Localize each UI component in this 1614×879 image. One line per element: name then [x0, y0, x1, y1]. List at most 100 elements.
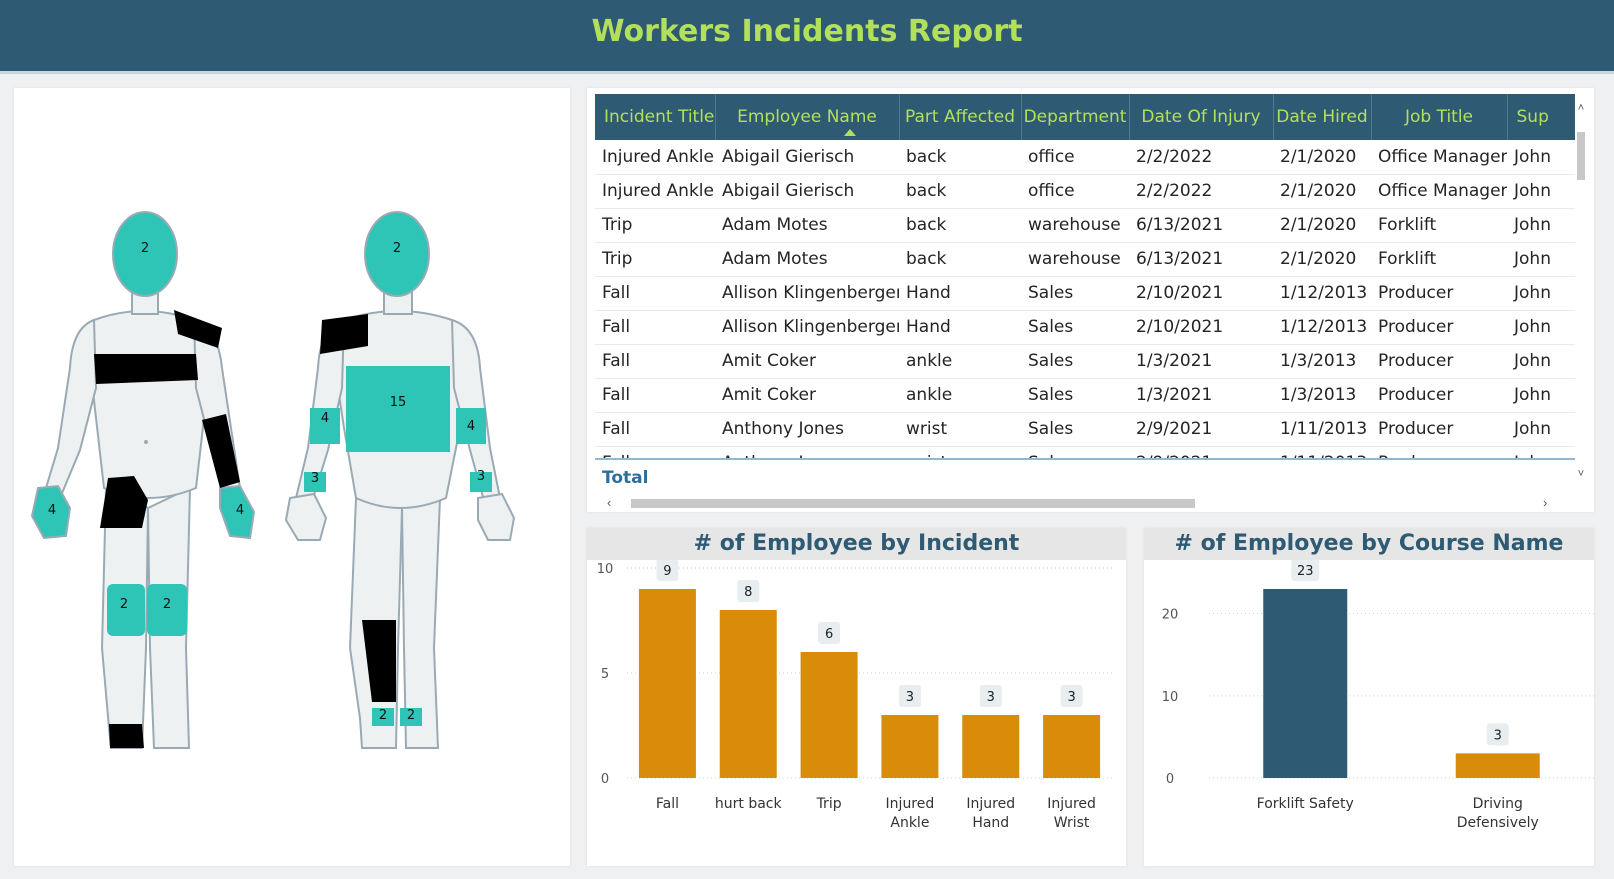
table-cell: Trip — [595, 242, 715, 277]
back-right-wrist-label: 3 — [477, 469, 485, 484]
table-cell: Trip — [595, 208, 715, 243]
back-right-ankle-label: 2 — [407, 708, 415, 723]
table-cell: John — [1507, 140, 1575, 175]
back-figure: 2 15 4 4 3 3 2 2 — [284, 211, 516, 749]
incident-bar-chart[interactable]: 0 5 10 9 Fall 8 hurt back 6 Trip 3 Injured Ankle 3 In… — [587, 560, 1126, 866]
course-bar-chart[interactable]: 0 10 20 23 Forklift Safety 3 Driving Defensivel… — [1144, 560, 1594, 866]
table-cell: Amit Coker — [715, 378, 899, 413]
table-cell: 2/2/2022 — [1129, 174, 1273, 209]
table-cell: Fall — [595, 378, 715, 413]
incident-chart-title-bar: # of Employee by Incident — [587, 528, 1126, 560]
table-row[interactable]: Injured Ankle Abigail Gierisch back office 2… — [595, 174, 1575, 209]
table-cell: 2/2/2022 — [1129, 140, 1273, 175]
bar[interactable] — [1043, 715, 1101, 778]
table-cell: 2/1/2020 — [1273, 174, 1371, 209]
table-cell: Injured Ankle — [595, 174, 715, 209]
table-row[interactable]: Fall Amit Coker ankle Sales 1/3/2021 1/3/2013… — [595, 344, 1575, 379]
category-label: Defensively — [1457, 815, 1539, 831]
table-cell: back — [899, 140, 1021, 175]
category-label: Trip — [816, 796, 842, 812]
table-cell: Sales — [1021, 412, 1129, 447]
table-cell: 2/1/2020 — [1273, 140, 1371, 175]
data-label: 3 — [1067, 690, 1075, 705]
category-label: Injured — [966, 796, 1015, 812]
table-cell: Fall — [595, 412, 715, 447]
scroll-left-icon[interactable]: ‹ — [607, 495, 611, 510]
table-total-row: Total — [595, 458, 1575, 496]
table-cell: Office Manager — [1371, 174, 1507, 209]
front-left-knee-label: 2 — [120, 597, 128, 612]
table-cell: 1/12/2013 — [1273, 310, 1371, 345]
category-label: Injured — [886, 796, 935, 812]
back-torso-label: 15 — [390, 395, 407, 410]
back-left-ankle-label: 2 — [379, 708, 387, 723]
table-cell: Allison Klingenberger — [715, 276, 899, 311]
column-header[interactable]: Date Of Injury — [1129, 94, 1274, 140]
body-map[interactable]: 2 4 4 2 2 2 15 4 4 3 3 2 2 — [14, 88, 570, 866]
table-cell: 2/9/2021 — [1129, 412, 1273, 447]
table-row[interactable]: Trip Adam Motes back warehouse 6/13/2021 2/1/… — [595, 208, 1575, 243]
incident-chart-panel: # of Employee by Incident 0 5 10 9 Fall 8 hurt… — [587, 528, 1126, 866]
table-cell: Fall — [595, 276, 715, 311]
table-cell: Injured Ankle — [595, 140, 715, 175]
table-row[interactable]: Trip Adam Motes back warehouse 6/13/2021 2/1/… — [595, 242, 1575, 277]
column-header[interactable]: Department — [1021, 94, 1130, 140]
table-row[interactable]: Fall Allison Klingenberger Hand Sales 2/10/2… — [595, 310, 1575, 345]
incident-chart-title: # of Employee by Incident — [693, 531, 1020, 556]
sort-ascending-icon — [843, 129, 856, 136]
table-cell: 1/12/2013 — [1273, 276, 1371, 311]
bar[interactable] — [962, 715, 1020, 778]
bar[interactable] — [881, 715, 939, 778]
bar[interactable] — [1263, 589, 1348, 778]
table-cell: Fall — [595, 344, 715, 379]
table-cell: 6/13/2021 — [1129, 242, 1273, 277]
table-cell: Office Manager — [1371, 140, 1507, 175]
column-header[interactable]: Date Hired — [1273, 94, 1372, 140]
front-figure: 2 4 4 2 2 — [30, 211, 256, 749]
column-header[interactable]: Part Affected — [899, 94, 1022, 140]
table-cell: Producer — [1371, 310, 1507, 345]
bar[interactable] — [719, 610, 777, 778]
table-cell: warehouse — [1021, 208, 1129, 243]
table-cell: Allison Klingenberger — [715, 310, 899, 345]
table-cell: Abigail Gierisch — [715, 140, 899, 175]
bar[interactable] — [1455, 753, 1540, 778]
table-cell: 1/11/2013 — [1273, 412, 1371, 447]
body-map-panel[interactable]: 2 4 4 2 2 2 15 4 4 3 3 2 2 — [14, 88, 570, 866]
table-cell: back — [899, 174, 1021, 209]
table-cell: Sales — [1021, 310, 1129, 345]
vertical-scrollbar[interactable]: ˄ ˅ — [1575, 94, 1587, 496]
column-header[interactable]: Employee Name — [715, 94, 900, 140]
column-header-label: Employee Name — [737, 107, 877, 127]
table-cell: Producer — [1371, 276, 1507, 311]
scroll-up-icon[interactable]: ˄ — [1575, 102, 1587, 114]
table-row[interactable]: FallAnthony JoneswristSales2/9/20211/11/… — [595, 412, 1575, 447]
scroll-down-icon[interactable]: ˅ — [1575, 468, 1587, 480]
table-header-row: Incident Title Employee Name Part Affect… — [595, 94, 1575, 140]
horizontal-scrollbar[interactable]: ‹ › — [595, 495, 1575, 510]
data-label: 9 — [663, 564, 671, 579]
table-cell: Fall — [595, 310, 715, 345]
table-cell: Forklift — [1371, 242, 1507, 277]
table-row[interactable]: Injured Ankle Abigail Gierisch back office 2… — [595, 140, 1575, 175]
total-label: Total — [602, 468, 649, 488]
table-cell: John — [1507, 378, 1575, 413]
bar[interactable] — [800, 652, 858, 778]
y-tick-label: 5 — [601, 667, 609, 682]
front-right-knee-label: 2 — [163, 597, 171, 612]
bar[interactable] — [638, 589, 696, 778]
column-header[interactable]: Incident Title — [595, 94, 716, 140]
column-header[interactable]: Job Title — [1371, 94, 1508, 140]
table-row[interactable]: Fall Allison Klingenberger Hand Sales 2/10/2… — [595, 276, 1575, 311]
table-body: Injured Ankle Abigail Gierisch back office 2… — [595, 140, 1575, 481]
vertical-scroll-thumb[interactable] — [1577, 132, 1585, 180]
data-label: 3 — [1494, 728, 1502, 743]
table-cell: 2/1/2020 — [1273, 208, 1371, 243]
category-label: Driving — [1473, 796, 1523, 812]
horizontal-scroll-thumb[interactable] — [631, 499, 1195, 508]
scroll-right-icon[interactable]: › — [1543, 495, 1547, 510]
incidents-table-scroll[interactable]: Incident Title Employee Name Part Affect… — [595, 94, 1575, 496]
table-row[interactable]: Fall Amit Coker ankle Sales 1/3/2021 1/3/2013… — [595, 378, 1575, 413]
column-header[interactable]: Sup — [1507, 94, 1575, 140]
category-label: Injured — [1047, 796, 1096, 812]
